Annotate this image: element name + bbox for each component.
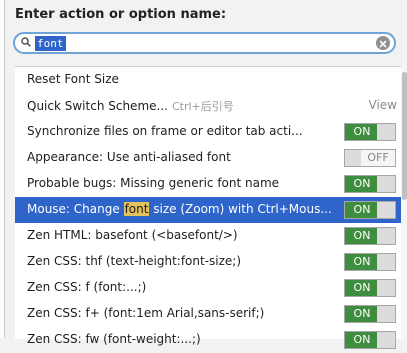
scrollbar-thumb[interactable] — [402, 72, 407, 200]
shortcut-hint: Ctrl+后引号 — [171, 100, 234, 113]
list-item[interactable]: Quick Switch Scheme... Ctrl+后引号 View — [15, 93, 403, 119]
list-item[interactable]: Zen CSS: f (font:...;) ON — [15, 275, 403, 301]
search-icon — [21, 37, 31, 47]
list-item[interactable]: Zen CSS: thf (text-height:font-size;) ON — [15, 249, 403, 275]
list-item[interactable]: Synchronize files on frame or editor tab… — [15, 119, 403, 145]
scrollbar[interactable] — [401, 66, 407, 338]
toggle-switch[interactable]: ON — [344, 305, 396, 323]
list-item[interactable]: Zen HTML: basefont (<basefont/>) ON — [15, 223, 403, 249]
toggle-switch[interactable]: ON — [344, 201, 396, 219]
toggle-switch[interactable]: OFF — [344, 149, 396, 167]
match-highlight: font — [123, 202, 150, 216]
clear-search-icon[interactable] — [376, 36, 390, 50]
results-list: Reset Font Size Quick Switch Scheme... Ct… — [15, 66, 403, 349]
list-item[interactable]: Reset Font Size — [15, 67, 403, 93]
list-item[interactable]: Probable bugs: Missing generic font name… — [15, 171, 403, 197]
group-label: View — [368, 98, 397, 112]
toggle-switch[interactable]: ON — [344, 279, 396, 297]
list-item[interactable]: Zen CSS: fw (font-weight:...;) ON — [15, 327, 403, 353]
list-item[interactable]: Appearance: Use anti-aliased font OFF — [15, 145, 403, 171]
list-item[interactable]: Zen CSS: f+ (font:1em Arial,sans-serif;)… — [15, 301, 403, 327]
toggle-switch[interactable]: ON — [344, 331, 396, 349]
find-action-popup: Enter action or option name: font Reset … — [4, 0, 407, 349]
toggle-switch[interactable]: ON — [344, 123, 396, 141]
list-item-selected[interactable]: Mouse: Change font size (Zoom) with Ctrl… — [15, 197, 403, 223]
prompt-title: Enter action or option name: — [15, 7, 227, 22]
toggle-switch[interactable]: ON — [344, 175, 396, 193]
search-field[interactable]: font — [13, 32, 396, 54]
toggle-switch[interactable]: ON — [344, 227, 396, 245]
toggle-switch[interactable]: ON — [344, 253, 396, 271]
search-input-text[interactable]: font — [35, 36, 66, 51]
